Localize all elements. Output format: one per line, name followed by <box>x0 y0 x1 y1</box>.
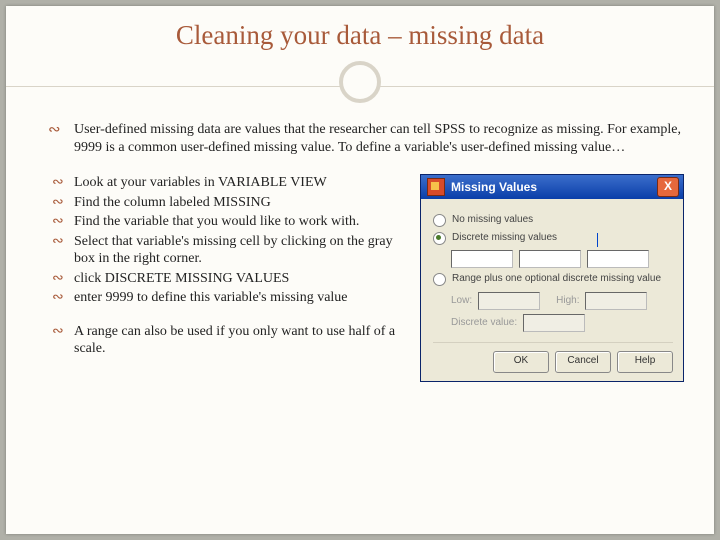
list-item: Look at your variables in VARIABLE VIEW <box>56 174 408 192</box>
dialog-title: Missing Values <box>451 180 657 195</box>
radio-icon <box>433 273 446 286</box>
slide-body: User-defined missing data are values tha… <box>6 87 714 392</box>
discrete-optional-field[interactable] <box>523 314 585 332</box>
option-no-missing[interactable]: No missing values <box>433 214 673 227</box>
discrete-value-field-1[interactable] <box>451 250 513 268</box>
list-item: Select that variable's missing cell by c… <box>56 233 408 268</box>
content-columns: Look at your variables in VARIABLE VIEW … <box>56 174 684 382</box>
footnote: A range can also be used if you only wan… <box>56 323 408 358</box>
low-label: Low: <box>451 295 472 308</box>
app-icon <box>427 178 445 196</box>
discrete-fields <box>451 250 673 268</box>
missing-values-dialog: Missing Values X No missing values Discr… <box>420 174 684 382</box>
high-field[interactable] <box>585 292 647 310</box>
title-ornament-circle <box>339 61 381 103</box>
low-field[interactable] <box>478 292 540 310</box>
button-row: OK Cancel Help <box>433 342 673 373</box>
discrete-row: Discrete value: <box>451 314 673 332</box>
instruction-list: Look at your variables in VARIABLE VIEW … <box>56 174 408 382</box>
text-caret <box>597 233 598 247</box>
option-label: Range plus one optional discrete missing… <box>452 273 661 286</box>
discrete-value-field-3[interactable] <box>587 250 649 268</box>
discrete-label: Discrete value: <box>451 317 517 330</box>
dialog-body: No missing values Discrete missing value… <box>421 199 683 381</box>
discrete-value-field-2[interactable] <box>519 250 581 268</box>
dialog-titlebar: Missing Values X <box>421 175 683 199</box>
dialog-column: Missing Values X No missing values Discr… <box>420 174 684 382</box>
list-item: Find the column labeled MISSING <box>56 194 408 212</box>
ok-button[interactable]: OK <box>493 351 549 373</box>
slide: Cleaning your data – missing data User-d… <box>6 6 714 534</box>
help-button[interactable]: Help <box>617 351 673 373</box>
close-icon[interactable]: X <box>657 177 679 197</box>
option-range[interactable]: Range plus one optional discrete missing… <box>433 273 673 286</box>
option-discrete[interactable]: Discrete missing values <box>433 232 673 245</box>
option-label: No missing values <box>452 214 533 227</box>
title-area: Cleaning your data – missing data <box>6 6 714 87</box>
cancel-button[interactable]: Cancel <box>555 351 611 373</box>
radio-icon <box>433 232 446 245</box>
high-label: High: <box>556 295 579 308</box>
list-item: Find the variable that you would like to… <box>56 213 408 231</box>
radio-icon <box>433 214 446 227</box>
slide-title: Cleaning your data – missing data <box>6 6 714 51</box>
lead-paragraph: User-defined missing data are values tha… <box>56 121 684 156</box>
option-label: Discrete missing values <box>452 232 557 245</box>
range-row: Low: High: <box>451 292 673 310</box>
list-item: click DISCRETE MISSING VALUES <box>56 270 408 288</box>
list-item: enter 9999 to define this variable's mis… <box>56 289 408 307</box>
